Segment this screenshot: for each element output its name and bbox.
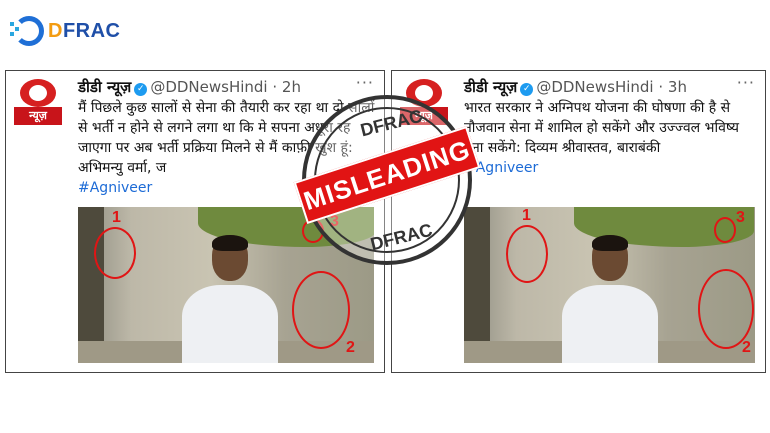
person-hair [592,235,628,251]
account-name[interactable]: डीडी न्यूज़ [464,78,517,96]
photo-pillar [78,207,104,363]
annotation-number-1: 1 [522,207,531,224]
person-shirt [562,285,658,363]
annotation-circle-1 [506,225,548,283]
annotation-circle-2 [292,271,350,349]
dd-news-avatar[interactable]: न्यूज़ [14,79,62,127]
annotation-number-3: 3 [736,209,745,226]
tweet-header: डीडी न्यूज़ ✓ @DDNewsHindi · 3h [464,77,687,97]
person-hair [212,235,248,251]
tweet-time: · 3h [658,78,687,96]
photo-person [182,235,278,363]
more-options-icon[interactable]: ··· [356,73,374,92]
avatar-label: न्यूज़ [14,107,62,125]
hashtag-link[interactable]: #Agniveer [78,180,152,196]
misleading-stamp: DFRAC DFRAC MISLEADING [293,95,481,265]
tweet-photo[interactable]: 1 2 3 [464,207,755,363]
person-shirt [182,285,278,363]
account-handle[interactable]: @DDNewsHindi [150,78,267,96]
tweet-header: डीडी न्यूज़ ✓ @DDNewsHindi · 2h [78,77,301,97]
photo-person [562,235,658,363]
verified-badge-icon: ✓ [134,83,148,96]
annotation-number-2: 2 [742,339,751,356]
logo-wordmark: DFRAC [48,20,121,42]
annotation-circle-1 [94,227,136,279]
account-name[interactable]: डीडी न्यूज़ [78,78,131,96]
logo-d-mark [14,16,44,46]
more-options-icon[interactable]: ··· [737,73,755,92]
annotation-circle-3 [714,217,736,243]
tweet-body: भारत सरकार ने अग्निपथ योजना की घोषणा की … [464,98,757,178]
annotation-number-2: 2 [346,339,355,356]
dfrac-logo: DFRAC [8,14,121,54]
dd-logo-icon [20,79,56,107]
tweet-text: भारत सरकार ने अग्निपथ योजना की घोषणा की … [464,100,739,156]
tweet-time: · 2h [272,78,301,96]
annotation-number-1: 1 [112,209,121,226]
account-handle[interactable]: @DDNewsHindi [536,78,653,96]
verified-badge-icon: ✓ [520,83,534,96]
annotation-circle-2 [698,269,754,349]
